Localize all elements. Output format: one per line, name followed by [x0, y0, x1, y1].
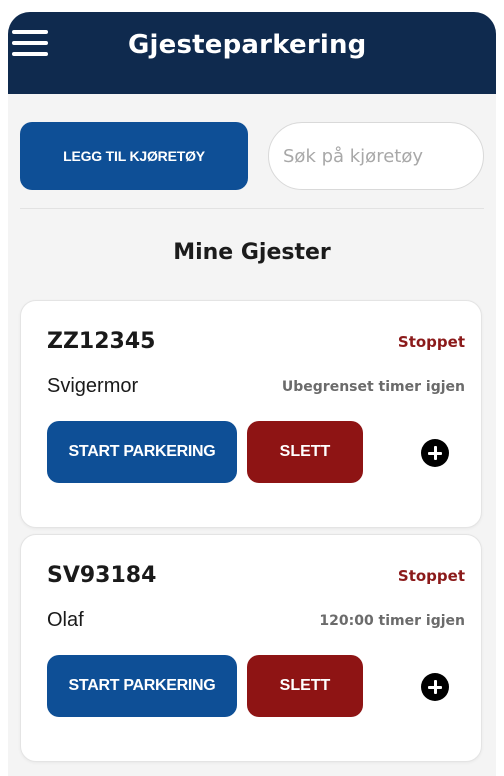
guest-card: SV93184 Stoppet Olaf 120:00 timer igjen … — [20, 534, 482, 762]
hamburger-menu-icon[interactable] — [12, 28, 48, 58]
license-plate: SV93184 — [47, 563, 157, 588]
remaining-time: Ubegrenset timer igjen — [281, 379, 465, 395]
guest-name: Olaf — [47, 609, 84, 631]
app-header: Gjesteparkering — [8, 12, 496, 94]
section-title: Mine Gjester — [173, 240, 331, 265]
add-vehicle-button[interactable]: LEGG TIL KJØRETØY — [20, 122, 248, 190]
guest-card: ZZ12345 Stoppet Svigermor Ubegrenset tim… — [20, 300, 482, 528]
divider — [20, 208, 484, 209]
remaining-time: 120:00 timer igjen — [319, 613, 465, 629]
start-parking-button[interactable]: START PARKERING — [47, 655, 237, 717]
plus-circle-icon[interactable] — [421, 673, 449, 701]
app-screen: Gjesteparkering LEGG TIL KJØRETØY Mine G… — [8, 12, 496, 776]
action-row: LEGG TIL KJØRETØY — [20, 122, 484, 190]
license-plate: ZZ12345 — [47, 329, 156, 354]
status-badge: Stoppet — [397, 567, 465, 585]
start-parking-button[interactable]: START PARKERING — [47, 421, 237, 483]
status-badge: Stoppet — [397, 333, 465, 351]
delete-button[interactable]: SLETT — [247, 655, 363, 717]
plus-circle-icon[interactable] — [421, 439, 449, 467]
guest-name: Svigermor — [47, 375, 139, 397]
main-content: LEGG TIL KJØRETØY Mine Gjester ZZ12345 S… — [8, 94, 496, 776]
page-title: Gjesteparkering — [128, 30, 367, 60]
vehicle-search-input[interactable] — [268, 122, 484, 190]
delete-button[interactable]: SLETT — [247, 421, 363, 483]
